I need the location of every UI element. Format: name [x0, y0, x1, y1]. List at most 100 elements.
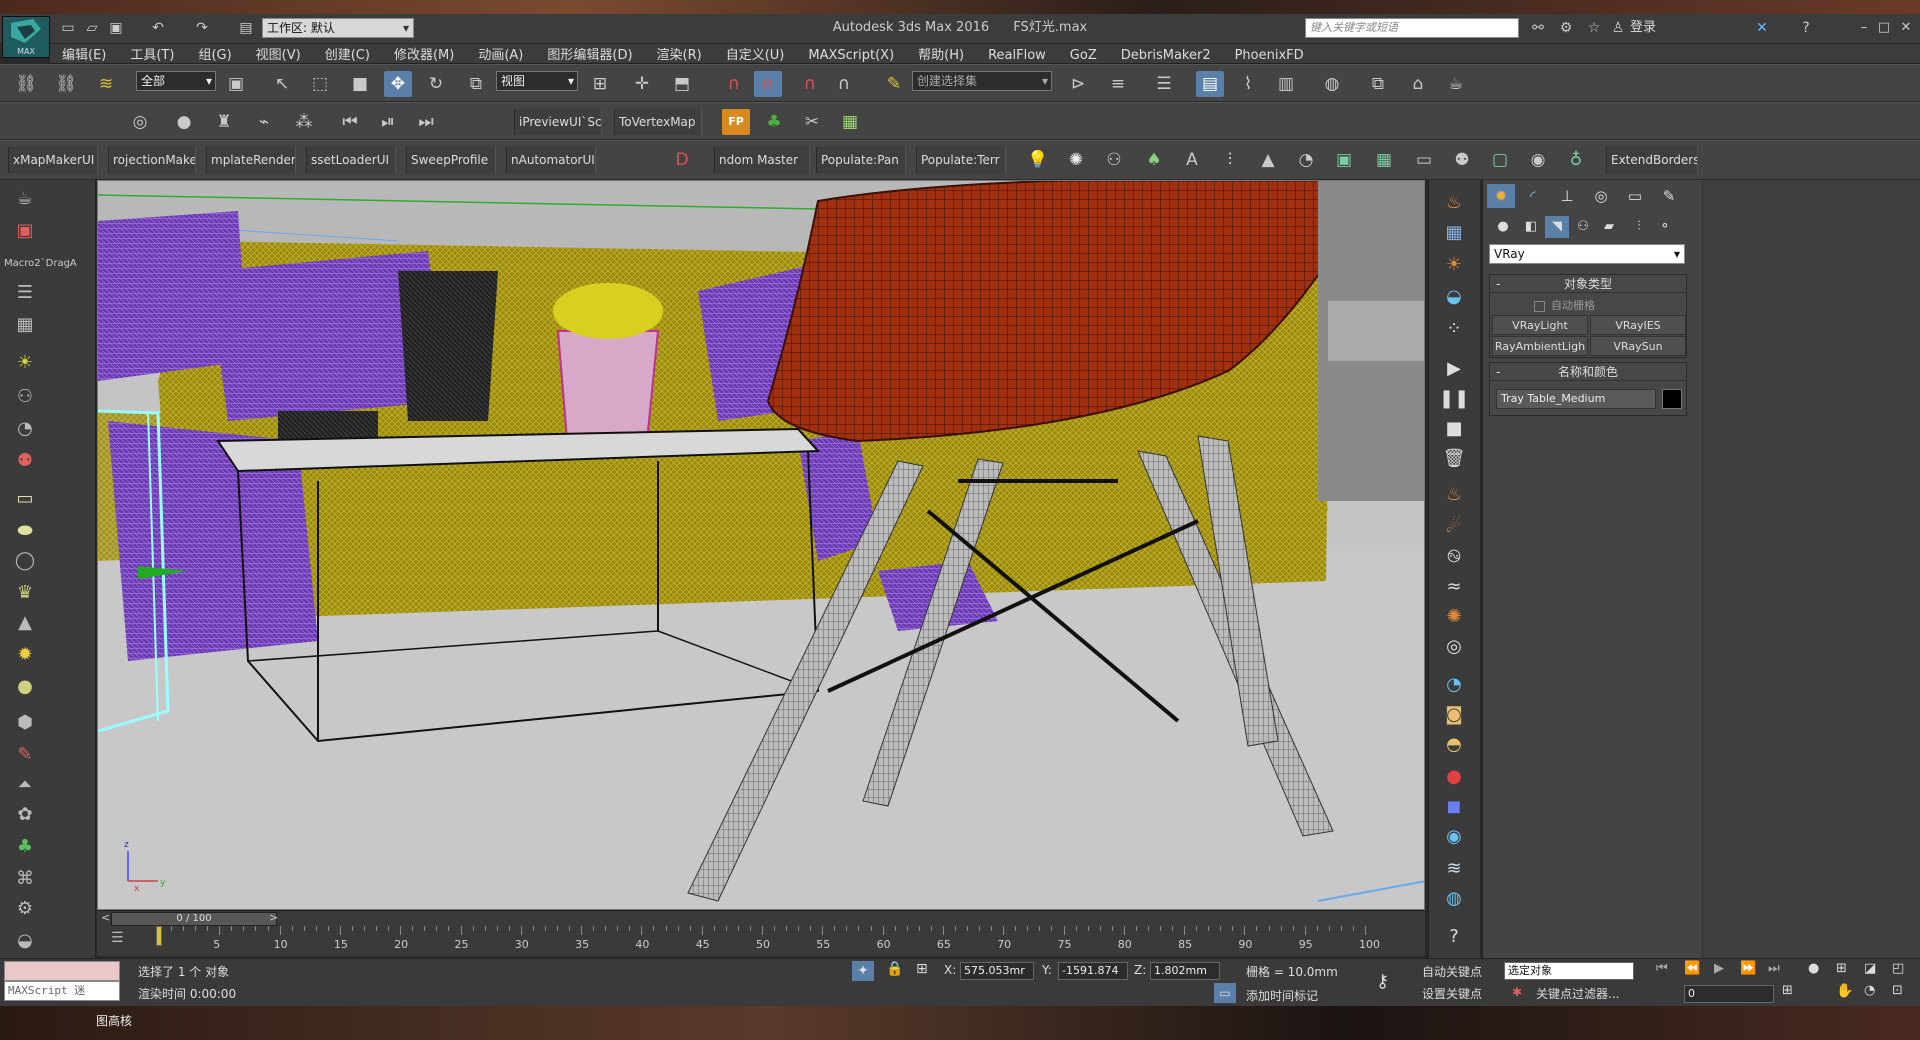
phoenix-fire-icon[interactable]: ♨ [1439, 190, 1469, 216]
redo-icon[interactable]: ↷ [192, 18, 212, 38]
hierarchy-tab-icon[interactable]: ⊥ [1553, 184, 1581, 208]
menu-item[interactable]: 视图(V) [244, 46, 313, 66]
y-coordinate-field[interactable]: -1591.874 [1058, 962, 1128, 980]
edit-named-selection-icon[interactable]: ✎ [880, 71, 908, 97]
wave-icon[interactable]: ≋ [1439, 856, 1469, 882]
name-and-color-header[interactable]: - 名称和颜色 [1490, 363, 1686, 381]
utilities-tab-icon[interactable]: ✎ [1655, 184, 1683, 208]
user-icon[interactable]: ♙ [1608, 18, 1628, 38]
curve-editor-icon[interactable]: ⌇ [1234, 71, 1262, 97]
set-key-icon[interactable]: ⚷ [1376, 971, 1389, 992]
spreadsheet-icon[interactable]: ▦ [836, 109, 864, 135]
script-xmapmakerui-button[interactable]: xMapMakerUI [8, 147, 98, 173]
new-file-icon[interactable]: ▭ [58, 18, 78, 38]
workspace-dropdown[interactable]: 工作区: 默认 [262, 18, 414, 38]
blue-cube-icon[interactable]: ◼ [1439, 794, 1469, 820]
film-icon[interactable]: ⚉ [10, 448, 40, 474]
percent-snap-icon[interactable]: ∩ [796, 71, 824, 97]
plane-icon[interactable]: ▭ [10, 486, 40, 512]
menu-item[interactable]: DebrisMaker2 [1109, 46, 1223, 66]
list-icon[interactable]: ☰ [10, 280, 40, 306]
grass-icon[interactable]: ♣ [10, 834, 40, 860]
time-slider-thumb[interactable]: 0 / 100 [111, 912, 277, 926]
window-crossing-icon[interactable]: ■ [346, 71, 374, 97]
vray-render-icon[interactable]: ◎ [126, 109, 154, 135]
script-ipreviewui-button[interactable]: iPreviewUI`Sc [514, 109, 602, 135]
menu-item[interactable]: MAXScript(X) [796, 46, 906, 66]
align-icon[interactable]: ≡ [1104, 71, 1132, 97]
add-time-tag-button[interactable]: 添加时间标记 [1246, 987, 1318, 1004]
zoom-all-icon[interactable]: ⊞ [1836, 961, 1847, 976]
sphere-yellow-icon[interactable]: ● [10, 674, 40, 700]
time-slider-next-icon[interactable]: > [269, 911, 278, 924]
menu-item[interactable]: 组(G) [186, 46, 243, 66]
help-search-input[interactable]: 键入关键字或短语 [1305, 18, 1519, 38]
light-category-dropdown[interactable]: VRay [1489, 244, 1685, 264]
fire-smoke-icon[interactable]: ♨ [1439, 482, 1469, 508]
crown-icon[interactable]: ♛ [10, 580, 40, 606]
forest-pack-icon[interactable]: FP [722, 109, 750, 135]
vortex-icon[interactable]: ◎ [1439, 634, 1469, 660]
circle-icon[interactable]: ◯ [10, 548, 40, 574]
modify-tab-icon[interactable]: ◜ [1519, 184, 1547, 208]
render-setup-icon[interactable]: ⧉ [1364, 71, 1392, 97]
menu-item[interactable]: 渲染(R) [645, 46, 714, 66]
time-tag-icon[interactable]: ▭ [1214, 983, 1236, 1003]
question-icon[interactable]: ? [1439, 924, 1469, 950]
pause-icon[interactable]: ❚❚ [1439, 386, 1469, 412]
link-icon[interactable]: ⛓ [12, 71, 40, 97]
mirror-icon[interactable]: ⊳ [1064, 71, 1092, 97]
vraylight-button[interactable]: VRayLight [1492, 315, 1588, 335]
script-extendborders-button[interactable]: ExtendBorders [1606, 147, 1698, 173]
eye-icon[interactable]: ◉ [1524, 147, 1552, 173]
current-frame-field[interactable]: 0 [1684, 985, 1774, 1003]
select-and-scale-icon[interactable]: ⧉ [462, 71, 490, 97]
disc-icon[interactable]: ⬬ [10, 518, 40, 544]
select-object-icon[interactable]: ▣ [222, 71, 250, 97]
sphere-icon[interactable]: ● [170, 109, 198, 135]
script-automatorui-button[interactable]: nAutomatorUI [506, 147, 596, 173]
open-file-icon[interactable]: ▱ [82, 18, 102, 38]
next-frame-icon[interactable]: ⏭ [412, 109, 440, 135]
bucket-icon[interactable]: ◙ [1439, 702, 1469, 728]
cloth-icon[interactable]: ♜ [210, 109, 238, 135]
rotate-view-icon[interactable]: ◔ [1292, 147, 1320, 173]
vraysun-button[interactable]: VRaySun [1590, 336, 1686, 356]
application-button[interactable]: MAX [2, 16, 50, 58]
script-templaterender-button[interactable]: mplateRender [206, 147, 296, 173]
red-sphere-icon[interactable]: ● [1439, 764, 1469, 790]
text-icon[interactable]: A [1178, 147, 1206, 173]
table-icon[interactable]: ▦ [10, 312, 40, 338]
schematic-view-icon[interactable]: ▥ [1272, 71, 1300, 97]
menu-item[interactable]: 修改器(M) [382, 46, 466, 66]
maximize-viewport-icon[interactable]: ⊡ [1892, 983, 1903, 998]
chart-icon[interactable]: ⫶ [1216, 147, 1244, 173]
vrayambientlight-button[interactable]: RayAmbientLigh [1492, 336, 1588, 356]
time-slider-prev-icon[interactable]: < [101, 911, 110, 924]
login-link[interactable]: 登录 [1630, 14, 1656, 42]
go-to-end-icon[interactable]: ⏭ [1768, 961, 1780, 976]
scene-explorer-icon[interactable]: ▤ [1196, 71, 1224, 97]
tools-icon[interactable]: ✂ [798, 109, 826, 135]
menu-item[interactable]: 工具(T) [118, 46, 186, 66]
script-random-master-button[interactable]: ndom Master [714, 147, 810, 173]
pyramid-mesh-icon[interactable]: ⏶ [10, 772, 40, 798]
flower-icon[interactable]: ✿ [10, 802, 40, 828]
tree-icon[interactable]: ♠ [1140, 147, 1168, 173]
go-to-start-icon[interactable]: ⏮ [1656, 961, 1668, 976]
window-icon[interactable]: ▭ [1410, 147, 1438, 173]
phoenix-water-icon[interactable]: ◒ [1439, 284, 1469, 310]
menu-item[interactable]: RealFlow [976, 46, 1058, 66]
delete-cache-icon[interactable]: 🗑 [1439, 446, 1469, 472]
maximize-icon[interactable]: □ [1872, 16, 1896, 40]
close-icon[interactable]: ✕ [1894, 16, 1918, 40]
populate-pan-button[interactable]: Populate:Pan [816, 147, 906, 173]
render-icon[interactable]: ▣ [10, 218, 40, 244]
binoculars-icon[interactable]: ⚯ [1528, 18, 1548, 38]
light-bulb-icon[interactable]: 💡 [1024, 147, 1052, 173]
reference-coordinate-dropdown[interactable]: 视图 [496, 71, 578, 91]
material-editor-icon[interactable]: ◍ [1318, 71, 1346, 97]
select-by-name-icon[interactable]: ↖ [268, 71, 296, 97]
keyboard-shortcut-override-icon[interactable]: ⬒ [668, 71, 696, 97]
rectangular-selection-icon[interactable]: ⬚ [306, 71, 334, 97]
